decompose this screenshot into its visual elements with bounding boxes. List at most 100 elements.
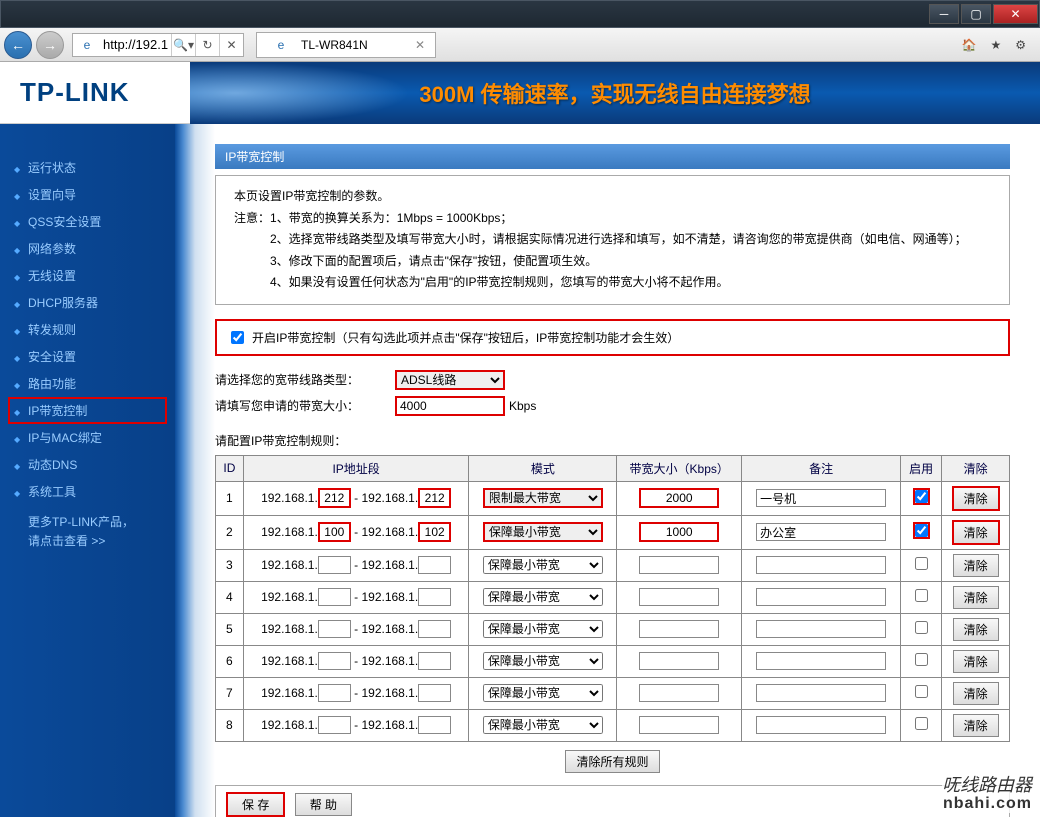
sidebar-item-12[interactable]: 系统工具 bbox=[0, 478, 175, 505]
sidebar-item-2[interactable]: QSS安全设置 bbox=[0, 208, 175, 235]
clear-row-button[interactable]: 清除 bbox=[952, 520, 1000, 545]
bw-input[interactable] bbox=[639, 556, 719, 574]
stop-button[interactable]: ✕ bbox=[219, 34, 243, 56]
mode-select[interactable]: 保障最小带宽 bbox=[483, 620, 603, 638]
ip-end-input[interactable] bbox=[418, 652, 451, 670]
ip-end-input[interactable] bbox=[418, 716, 451, 734]
bw-input[interactable] bbox=[639, 588, 719, 606]
ip-end-input[interactable] bbox=[418, 522, 451, 542]
remark-input[interactable] bbox=[756, 556, 886, 574]
ip-start-input[interactable] bbox=[318, 652, 351, 670]
remark-input[interactable] bbox=[756, 652, 886, 670]
remark-input[interactable] bbox=[756, 620, 886, 638]
window-maximize-button[interactable]: ▢ bbox=[961, 4, 991, 24]
sidebar-item-5[interactable]: DHCP服务器 bbox=[0, 289, 175, 316]
clear-all-button[interactable]: 清除所有规则 bbox=[565, 750, 659, 773]
ip-start-input[interactable] bbox=[318, 588, 351, 606]
window-close-button[interactable]: ✕ bbox=[993, 4, 1038, 24]
refresh-button[interactable]: ↻ bbox=[195, 34, 219, 56]
ip-end-input[interactable] bbox=[418, 684, 451, 702]
sidebar-item-8[interactable]: 路由功能 bbox=[0, 370, 175, 397]
sidebar-item-9[interactable]: IP带宽控制 bbox=[8, 397, 167, 424]
mode-select[interactable]: 保障最小带宽 bbox=[483, 556, 603, 574]
ip-end-input[interactable] bbox=[418, 620, 451, 638]
tools-gear-icon[interactable]: ⚙ bbox=[1015, 38, 1026, 52]
enable-row-checkbox[interactable] bbox=[915, 685, 928, 698]
enable-row-checkbox[interactable] bbox=[915, 621, 928, 634]
mode-select[interactable]: 保障最小带宽 bbox=[483, 716, 603, 734]
brand-logo: TP-LINK bbox=[0, 77, 190, 108]
enable-row-checkbox[interactable] bbox=[915, 557, 928, 570]
enable-row-checkbox[interactable] bbox=[915, 589, 928, 602]
ip-start-input[interactable] bbox=[318, 488, 351, 508]
sidebar-item-1[interactable]: 设置向导 bbox=[0, 181, 175, 208]
sidebar-more-link[interactable]: 更多TP-LINK产品，请点击查看 >> bbox=[0, 505, 175, 556]
back-button[interactable]: ← bbox=[4, 31, 32, 59]
enable-checkbox[interactable] bbox=[231, 331, 244, 344]
note-3: 3、修改下面的配置项后，请点击"保存"按钮，使配置项生效。 bbox=[270, 254, 597, 268]
remark-input[interactable] bbox=[756, 588, 886, 606]
sidebar-item-11[interactable]: 动态DNS bbox=[0, 451, 175, 478]
sidebar-item-4[interactable]: 无线设置 bbox=[0, 262, 175, 289]
forward-button[interactable]: → bbox=[36, 31, 64, 59]
sidebar-item-6[interactable]: 转发规则 bbox=[0, 316, 175, 343]
enable-row-checkbox[interactable] bbox=[915, 524, 928, 537]
ip-start-input[interactable] bbox=[318, 684, 351, 702]
line-type-label: 请选择您的宽带线路类型： bbox=[215, 371, 391, 388]
sidebar-item-10[interactable]: IP与MAC绑定 bbox=[0, 424, 175, 451]
line-type-select[interactable]: ADSL线路 bbox=[395, 370, 505, 390]
search-dropdown-icon[interactable]: 🔍▾ bbox=[171, 34, 195, 56]
bw-input[interactable] bbox=[639, 716, 719, 734]
save-button[interactable]: 保 存 bbox=[226, 792, 285, 817]
ip-start-input[interactable] bbox=[318, 556, 351, 574]
ip-start-input[interactable] bbox=[318, 620, 351, 638]
mode-select[interactable]: 保障最小带宽 bbox=[483, 684, 603, 702]
th-enable: 启用 bbox=[901, 455, 942, 481]
bw-input[interactable] bbox=[639, 488, 719, 508]
help-button[interactable]: 帮 助 bbox=[295, 793, 352, 816]
home-icon[interactable]: 🏠 bbox=[962, 38, 977, 52]
mode-select[interactable]: 限制最大带宽 bbox=[483, 488, 603, 508]
remark-input[interactable] bbox=[756, 523, 886, 541]
clear-row-button[interactable]: 清除 bbox=[953, 650, 999, 673]
th-ip: IP地址段 bbox=[243, 455, 469, 481]
sidebar-item-3[interactable]: 网络参数 bbox=[0, 235, 175, 262]
clear-row-button[interactable]: 清除 bbox=[953, 714, 999, 737]
favorites-icon[interactable]: ★ bbox=[990, 38, 1001, 52]
bw-input[interactable] bbox=[639, 522, 719, 542]
mode-select[interactable]: 保障最小带宽 bbox=[483, 588, 603, 606]
ip-end-input[interactable] bbox=[418, 588, 451, 606]
browser-tab[interactable]: e TL-WR841N ✕ bbox=[256, 32, 436, 58]
save-row: 保 存 帮 助 bbox=[215, 785, 1010, 817]
clear-row-button[interactable]: 清除 bbox=[953, 682, 999, 705]
remark-input[interactable] bbox=[756, 684, 886, 702]
clear-row-button[interactable]: 清除 bbox=[953, 618, 999, 641]
rule-ip-cell: 192.168.1. - 192.168.1. bbox=[243, 645, 469, 677]
address-input[interactable] bbox=[101, 37, 171, 52]
ip-start-input[interactable] bbox=[318, 716, 351, 734]
ip-end-input[interactable] bbox=[418, 556, 451, 574]
window-minimize-button[interactable]: ─ bbox=[929, 4, 959, 24]
clear-row-button[interactable]: 清除 bbox=[953, 554, 999, 577]
enable-row-checkbox[interactable] bbox=[915, 490, 928, 503]
ip-end-input[interactable] bbox=[418, 488, 451, 508]
bandwidth-input[interactable] bbox=[395, 396, 505, 416]
sidebar-item-0[interactable]: 运行状态 bbox=[0, 154, 175, 181]
remark-input[interactable] bbox=[756, 489, 886, 507]
ip-start-input[interactable] bbox=[318, 522, 351, 542]
tab-close-icon[interactable]: ✕ bbox=[415, 38, 425, 52]
clear-row-button[interactable]: 清除 bbox=[952, 486, 1000, 511]
th-clear: 清除 bbox=[942, 455, 1010, 481]
mode-select[interactable]: 保障最小带宽 bbox=[483, 652, 603, 670]
enable-row-checkbox[interactable] bbox=[915, 717, 928, 730]
bw-input[interactable] bbox=[639, 620, 719, 638]
enable-row-checkbox[interactable] bbox=[915, 653, 928, 666]
remark-input[interactable] bbox=[756, 716, 886, 734]
notes-block: 注意：1、带宽的换算关系为：1Mbps = 1000Kbps； 2、选择宽带线路… bbox=[234, 208, 991, 294]
mode-select[interactable]: 保障最小带宽 bbox=[483, 522, 603, 542]
rule-row: 7192.168.1. - 192.168.1.保障最小带宽清除 bbox=[216, 677, 1010, 709]
sidebar-item-7[interactable]: 安全设置 bbox=[0, 343, 175, 370]
bw-input[interactable] bbox=[639, 684, 719, 702]
clear-row-button[interactable]: 清除 bbox=[953, 586, 999, 609]
bw-input[interactable] bbox=[639, 652, 719, 670]
